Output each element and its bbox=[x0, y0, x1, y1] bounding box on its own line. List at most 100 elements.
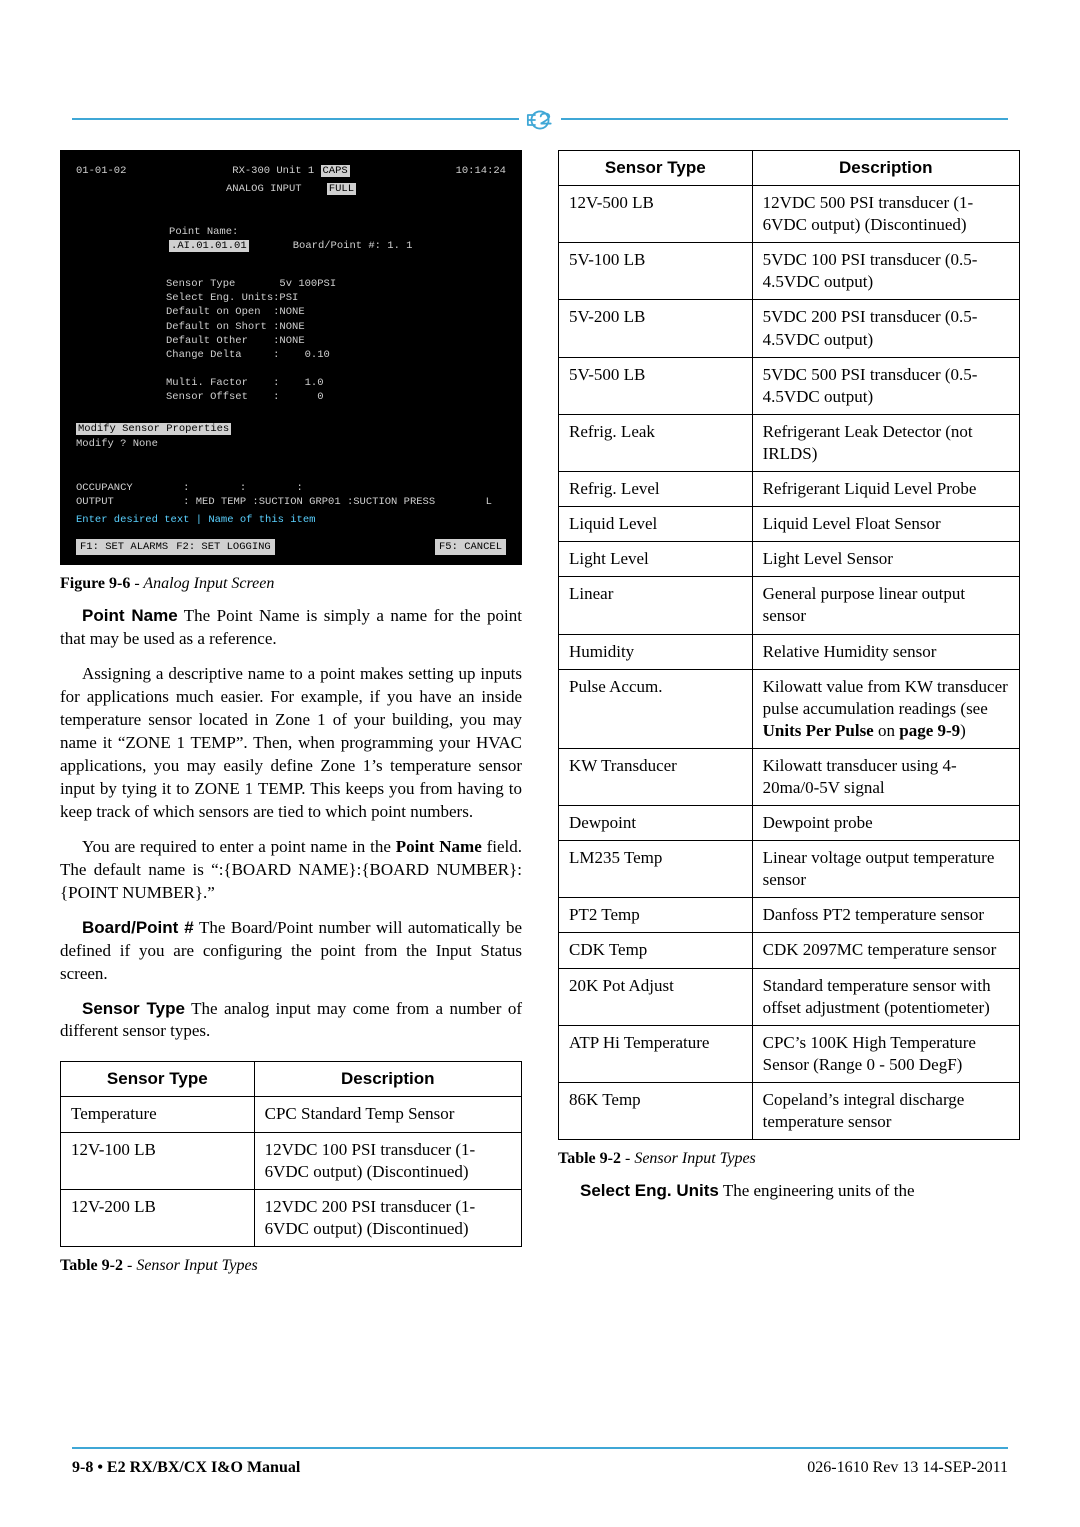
term-field: Change Delta : 0.10 bbox=[166, 348, 506, 362]
table-cell: 5VDC 100 PSI transducer (0.5-4.5VDC outp… bbox=[752, 243, 1019, 300]
table-row: Refrig. LevelRefrigerant Liquid Level Pr… bbox=[559, 472, 1020, 507]
footer-rule bbox=[72, 1447, 1008, 1449]
table-cell: 20K Pot Adjust bbox=[559, 968, 753, 1025]
table-cell: CPC Standard Temp Sensor bbox=[254, 1097, 521, 1132]
table-cell: 12VDC 500 PSI transducer (1-6VDC output)… bbox=[752, 186, 1019, 243]
board-point-heading: Board/Point # bbox=[82, 918, 194, 937]
table-cell: Linear voltage output temperature sensor bbox=[752, 841, 1019, 898]
term-field: Default on Short :NONE bbox=[166, 320, 506, 334]
table-row: 12V-500 LB12VDC 500 PSI transducer (1-6V… bbox=[559, 186, 1020, 243]
table-cell: Relative Humidity sensor bbox=[752, 634, 1019, 669]
table-cell: 12VDC 200 PSI transducer (1-6VDC output)… bbox=[254, 1189, 521, 1246]
figure-text: - Analog Input Screen bbox=[130, 575, 274, 592]
table-cell: General purpose linear output sensor bbox=[752, 577, 1019, 634]
table-cell: Liquid Level bbox=[559, 507, 753, 542]
para-descriptive-name: Assigning a descriptive name to a point … bbox=[60, 663, 522, 824]
point-name-heading: Point Name bbox=[82, 606, 178, 625]
footer-left: 9-8 • E2 RX/BX/CX I&O Manual bbox=[72, 1459, 300, 1476]
table-cell: Humidity bbox=[559, 634, 753, 669]
table-cell: CDK 2097MC temperature sensor bbox=[752, 933, 1019, 968]
term-title2: ANALOG INPUT bbox=[226, 183, 302, 195]
term-f5: F5: CANCEL bbox=[435, 539, 506, 555]
term-full-badge: FULL bbox=[327, 183, 356, 195]
term-field: Select Eng. Units:PSI bbox=[166, 291, 506, 305]
e2-logo-icon bbox=[525, 108, 555, 132]
page-footer: 9-8 • E2 RX/BX/CX I&O Manual 026-1610 Re… bbox=[72, 1459, 1008, 1477]
table-cell: CPC’s 100K High Temperature Sensor (Rang… bbox=[752, 1025, 1019, 1082]
figure-caption: Figure 9-6 - Analog Input Screen bbox=[60, 575, 522, 593]
table-header: Description bbox=[254, 1062, 521, 1097]
table-row: PT2 TempDanfoss PT2 temperature sensor bbox=[559, 898, 1020, 933]
term-title1: RX-300 Unit 1 bbox=[232, 165, 314, 177]
select-eng-units-heading: Select Eng. Units bbox=[580, 1181, 719, 1200]
table-row: ATP Hi TemperatureCPC’s 100K High Temper… bbox=[559, 1025, 1020, 1082]
table-cell: 5VDC 200 PSI transducer (0.5-4.5VDC outp… bbox=[752, 300, 1019, 357]
table-number: Table 9-2 bbox=[558, 1150, 621, 1167]
term-caps-badge: CAPS bbox=[321, 165, 350, 177]
table-row: DewpointDewpoint probe bbox=[559, 806, 1020, 841]
table-caption-text: - Sensor Input Types bbox=[621, 1150, 756, 1167]
table-row: KW TransducerKilowatt transducer using 4… bbox=[559, 748, 1020, 805]
table-cell: 5V-100 LB bbox=[559, 243, 753, 300]
term-modify-sub: Modify ? None bbox=[76, 438, 158, 450]
table-number: Table 9-2 bbox=[60, 1257, 123, 1274]
table-cell: PT2 Temp bbox=[559, 898, 753, 933]
table-cell: Liquid Level Float Sensor bbox=[752, 507, 1019, 542]
figure-number: Figure 9-6 bbox=[60, 575, 130, 592]
table-cell: ATP Hi Temperature bbox=[559, 1025, 753, 1082]
table-cell: Dewpoint bbox=[559, 806, 753, 841]
term-occupancy: OCCUPANCY : : : bbox=[76, 481, 506, 495]
table-caption-right: Table 9-2 - Sensor Input Types bbox=[558, 1150, 1020, 1168]
table-row: Light LevelLight Level Sensor bbox=[559, 542, 1020, 577]
table-cell: Refrigerant Leak Detector (not IRLDS) bbox=[752, 414, 1019, 471]
para-default-name: You are required to enter a point name i… bbox=[60, 836, 522, 905]
sensor-table-left: Sensor Type Description TemperatureCPC S… bbox=[60, 1061, 522, 1247]
term-modify-heading: Modify Sensor Properties bbox=[76, 423, 231, 435]
term-pointname-value: .AI.01.01.01 bbox=[169, 240, 249, 252]
table-row: 12V-100 LB12VDC 100 PSI transducer (1-6V… bbox=[61, 1132, 522, 1189]
term-f1: F1: SET ALARMS bbox=[76, 539, 172, 555]
footer-right: 026-1610 Rev 13 14-SEP-2011 bbox=[807, 1459, 1008, 1477]
term-output: OUTPUT : MED TEMP :SUCTION GRP01 :SUCTIO… bbox=[76, 495, 506, 509]
table-cell: LM235 Temp bbox=[559, 841, 753, 898]
sensor-table-right: Sensor Type Description 12V-500 LB12VDC … bbox=[558, 150, 1020, 1140]
select-eng-units-para: Select Eng. Units The engineering units … bbox=[558, 1180, 1020, 1203]
table-cell: 5V-200 LB bbox=[559, 300, 753, 357]
table-cell: Light Level bbox=[559, 542, 753, 577]
table-row: 5V-100 LB5VDC 100 PSI transducer (0.5-4.… bbox=[559, 243, 1020, 300]
board-point-para: Board/Point # The Board/Point number wil… bbox=[60, 917, 522, 986]
table-cell: Pulse Accum. bbox=[559, 669, 753, 748]
term-field: Default on Open :NONE bbox=[166, 305, 506, 319]
table-cell: 12V-100 LB bbox=[61, 1132, 255, 1189]
table-row: 12V-200 LB12VDC 200 PSI transducer (1-6V… bbox=[61, 1189, 522, 1246]
table-cell: Linear bbox=[559, 577, 753, 634]
table-cell: Light Level Sensor bbox=[752, 542, 1019, 577]
term-footer: F1: SET ALARMS F2: SET LOGGING F5: CANCE… bbox=[76, 539, 506, 555]
table-cell: Temperature bbox=[61, 1097, 255, 1132]
table-row: 5V-500 LB5VDC 500 PSI transducer (0.5-4.… bbox=[559, 357, 1020, 414]
table-cell: Kilowatt value from KW transducer pulse … bbox=[752, 669, 1019, 748]
right-column: Sensor Type Description 12V-500 LB12VDC … bbox=[558, 150, 1020, 1275]
term-field: Multi. Factor : 1.0 bbox=[166, 376, 506, 390]
table-row: Refrig. LeakRefrigerant Leak Detector (n… bbox=[559, 414, 1020, 471]
term-pointname-label: Point Name: bbox=[169, 226, 238, 238]
table-header: Description bbox=[752, 151, 1019, 186]
table-cell: Danfoss PT2 temperature sensor bbox=[752, 898, 1019, 933]
table-row: Pulse Accum.Kilowatt value from KW trans… bbox=[559, 669, 1020, 748]
sensor-type-para: Sensor Type The analog input may come fr… bbox=[60, 998, 522, 1044]
term-field: Sensor Offset : 0 bbox=[166, 390, 506, 404]
table-cell: 12VDC 100 PSI transducer (1-6VDC output)… bbox=[254, 1132, 521, 1189]
table-cell: Copeland’s integral discharge temperatur… bbox=[752, 1082, 1019, 1139]
term-field: Sensor Type 5v 100PSI bbox=[166, 277, 506, 291]
select-eng-units-text: The engineering units of the bbox=[719, 1181, 915, 1200]
table-header: Sensor Type bbox=[61, 1062, 255, 1097]
term-hint: Enter desired text | Name of this item bbox=[76, 514, 315, 526]
para3-bold: Point Name bbox=[396, 837, 482, 856]
term-field: Default Other :NONE bbox=[166, 334, 506, 348]
table-cell: Refrig. Leak bbox=[559, 414, 753, 471]
term-bp-value: 1. 1 bbox=[387, 240, 412, 252]
table-cell: 12V-500 LB bbox=[559, 186, 753, 243]
brand-logo bbox=[519, 105, 561, 135]
table-row: CDK TempCDK 2097MC temperature sensor bbox=[559, 933, 1020, 968]
table-cell: 86K Temp bbox=[559, 1082, 753, 1139]
